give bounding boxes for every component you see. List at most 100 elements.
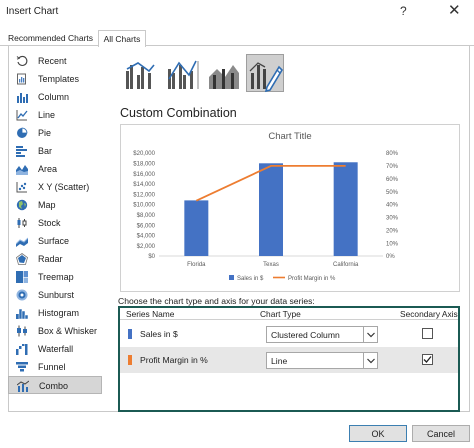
y-axis-tick-label: $12,000 [133,192,155,198]
title-bar: Insert Chart ? ✕ [0,0,474,26]
series-row-profit-margin: Profit Margin in % Line [120,347,458,373]
series-row-sales: Sales in $ Clustered Column [120,321,458,347]
y-axis-tick-label: $2,000 [137,244,156,250]
bar-chart-icon [16,146,27,157]
y-axis-tick-label: $16,000 [133,172,155,178]
y-axis-tick-label: $8,000 [137,213,156,219]
sidebar-item-label: Funnel [38,362,66,372]
chart-type-dropdown-profit-margin[interactable]: Line [266,352,378,369]
sidebar-item-label: Recent [38,56,67,66]
sidebar-item-templates[interactable]: Templates [8,70,102,88]
secondary-y-axis-tick-label: 60% [386,177,399,183]
sidebar-item-funnel[interactable]: Funnel [8,358,102,376]
sidebar-item-label: Column [38,92,70,102]
window-title: Insert Chart [6,6,59,17]
line-chart-icon [16,110,28,121]
secondary-y-axis-tick-label: 80% [386,151,399,157]
y-axis-tick-label: $14,000 [133,182,155,188]
sidebar-item-bar[interactable]: Bar [8,142,102,160]
secondary-y-axis-tick-label: 10% [386,241,399,247]
chevron-down-icon[interactable] [363,353,377,368]
sidebar-item-combo[interactable]: Combo [8,376,102,394]
x-axis-tick-label: California [333,262,359,268]
combo-chart-preview: Chart Title $0 $2,000 $4,000 $6,000 $8,000 $10… [133,131,399,282]
secondary-y-axis-tick-label: 30% [386,216,399,222]
sidebar-item-label: Area [38,164,58,174]
histogram-chart-icon [16,308,28,319]
sidebar-item-column[interactable]: Column [8,88,102,106]
sidebar-item-histogram[interactable]: Histogram [8,304,102,322]
sidebar-item-label: Combo [39,381,69,391]
secondary-axis-header: Secondary Axis [400,309,458,319]
box-whisker-chart-icon [17,325,27,337]
series-color-swatch [128,329,132,339]
radar-chart-icon [16,253,28,265]
bar-florida [184,200,209,256]
y-axis-tick-label: $6,000 [137,223,156,229]
treemap-chart-icon [16,271,28,283]
sidebar-item-label: Waterfall [38,344,74,354]
sidebar-item-radar[interactable]: Radar [8,250,102,268]
sidebar-item-label: X Y (Scatter) [38,182,90,192]
sidebar-item-label: Map [38,200,56,210]
combo-subtype-custom-combination[interactable] [246,54,284,93]
area-chart-icon [16,165,28,175]
sidebar-item-surface[interactable]: Surface [8,232,102,250]
tab-recommended-charts[interactable]: Recommended Charts [8,30,93,46]
cancel-button[interactable]: Cancel [412,425,470,442]
sidebar-item-stock[interactable]: Stock [8,214,102,232]
map-chart-icon [16,199,28,211]
y-axis-tick-label: $18,000 [133,162,155,168]
sidebar-item-label: Surface [38,236,70,246]
sidebar-item-area[interactable]: Area [8,160,102,178]
sidebar-item-line[interactable]: Line [8,106,102,124]
secondary-y-axis-tick-label: 50% [386,190,399,196]
sidebar-item-map[interactable]: Map [8,196,102,214]
y-axis-tick-label: $20,000 [133,151,155,157]
sidebar-item-label: Templates [38,74,80,84]
column-chart-icon [17,93,28,103]
sidebar-item-sunburst[interactable]: Sunburst [8,286,102,304]
series-name: Sales in $ [140,329,178,339]
sidebar-item-label: Pie [38,128,52,138]
sidebar-item-treemap[interactable]: Treemap [8,268,102,286]
column-line-secondary-icon [168,60,199,89]
series-config-table: Series Name Chart Type Secondary Axis Sa… [118,306,460,412]
bar-texas [259,163,283,256]
combo-subtype-clustered-column-line[interactable] [120,54,158,92]
series-color-swatch [128,355,132,365]
sidebar-item-pie[interactable]: Pie [8,124,102,142]
sidebar-item-recent[interactable]: Recent [8,52,102,70]
chart-type-value: Line [271,356,288,366]
help-button[interactable]: ? [400,4,407,18]
chart-type-dropdown-sales[interactable]: Clustered Column [266,326,378,343]
secondary-y-axis-tick-label: 0% [386,254,395,260]
combo-subtype-column-line-secondary[interactable] [162,54,200,92]
ok-button[interactable]: OK [349,425,407,442]
secondary-axis-checkbox-sales[interactable] [422,328,433,339]
sidebar-item-label: Stock [38,218,61,228]
sidebar-item-waterfall[interactable]: Waterfall [8,340,102,358]
y-axis-tick-label: $4,000 [137,234,156,240]
sidebar-item-label: Treemap [38,272,74,282]
combo-subtype-stacked-area-column[interactable] [204,54,242,92]
x-axis-tick-label: Florida [187,262,206,268]
sidebar-item-scatter[interactable]: X Y (Scatter) [8,178,102,196]
secondary-y-axis-tick-label: 70% [386,164,399,170]
close-button[interactable]: ✕ [448,1,461,19]
x-axis-tick-label: Texas [263,262,279,268]
chevron-down-icon[interactable] [363,327,377,342]
y-axis-tick-label: $0 [148,254,155,260]
sidebar-item-label: Radar [38,254,63,264]
stock-chart-icon [17,218,27,228]
sidebar-item-label: Bar [38,146,53,156]
legend-label-profit-margin: Profit Margin in % [288,276,336,282]
sidebar-item-label: Histogram [38,308,80,318]
chart-preview: Chart Title $0 $2,000 $4,000 $6,000 $8,000 $10… [120,124,460,292]
sidebar-item-box-whisker[interactable]: Box & Whisker [8,322,102,340]
secondary-axis-checkbox-profit-margin[interactable] [422,354,433,365]
chart-type-value: Clustered Column [271,330,340,340]
scatter-chart-icon [16,182,27,193]
checkmark-icon [423,356,432,363]
tab-all-charts[interactable]: All Charts [98,30,146,47]
